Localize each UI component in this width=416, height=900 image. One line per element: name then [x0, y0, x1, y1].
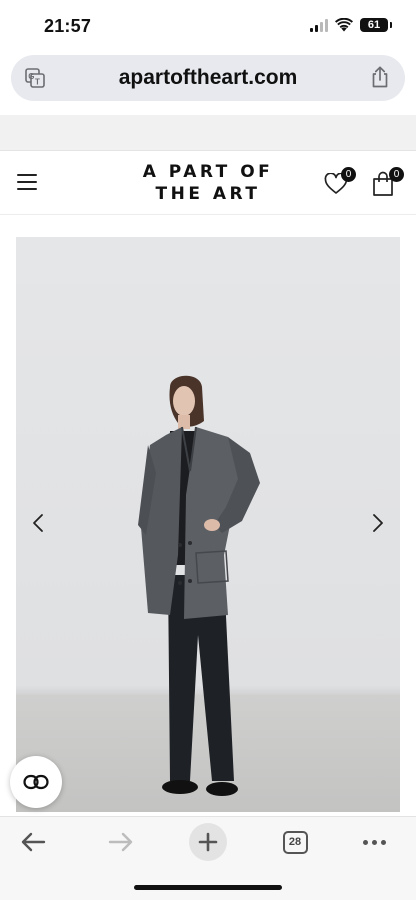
- cart-count-badge: 0: [389, 167, 404, 182]
- site-logo[interactable]: A PART OF THE ART: [120, 161, 296, 205]
- hamburger-menu-icon[interactable]: [17, 174, 37, 190]
- tabs-button[interactable]: 28: [281, 825, 309, 859]
- more-button[interactable]: [360, 825, 388, 859]
- model-figure: [138, 375, 260, 796]
- tab-count: 28: [282, 830, 308, 854]
- chat-link-icon: [23, 774, 49, 790]
- chevron-left-icon[interactable]: [30, 512, 46, 534]
- url-text[interactable]: apartoftheart.com: [119, 66, 298, 90]
- status-bar: 21:57 61: [0, 0, 416, 52]
- logo-line-1: A PART OF: [142, 162, 274, 182]
- logo-line-2: THE ART: [155, 184, 261, 204]
- product-photo[interactable]: [16, 237, 400, 812]
- status-time: 21:57: [44, 16, 92, 36]
- cart-button[interactable]: 0: [372, 167, 406, 199]
- forward-button[interactable]: [106, 825, 136, 859]
- share-icon[interactable]: [370, 66, 390, 88]
- ellipsis-icon: [362, 839, 368, 845]
- arrow-right-icon: [108, 832, 133, 852]
- arrow-left-icon: [21, 832, 46, 852]
- wishlist-button[interactable]: 0: [324, 167, 358, 199]
- battery-level: 61: [367, 19, 381, 31]
- translate-icon[interactable]: G T: [25, 68, 45, 88]
- status-icons: 61: [310, 18, 392, 32]
- site-header: A PART OF THE ART 0 0: [0, 151, 416, 215]
- wishlist-count-badge: 0: [341, 167, 356, 182]
- back-button[interactable]: [18, 825, 48, 859]
- chat-widget-button[interactable]: [10, 756, 62, 808]
- home-indicator[interactable]: [134, 885, 282, 890]
- page-top-band: [0, 115, 416, 151]
- new-tab-button[interactable]: [189, 823, 227, 861]
- chevron-right-icon[interactable]: [370, 512, 386, 534]
- cellular-signal-icon: [310, 18, 328, 32]
- battery-indicator: 61: [360, 18, 392, 32]
- wifi-icon: [335, 18, 353, 32]
- svg-text:G: G: [28, 72, 34, 81]
- address-bar[interactable]: G T apartoftheart.com: [11, 55, 405, 101]
- svg-text:T: T: [35, 78, 40, 87]
- plus-icon: [198, 832, 218, 852]
